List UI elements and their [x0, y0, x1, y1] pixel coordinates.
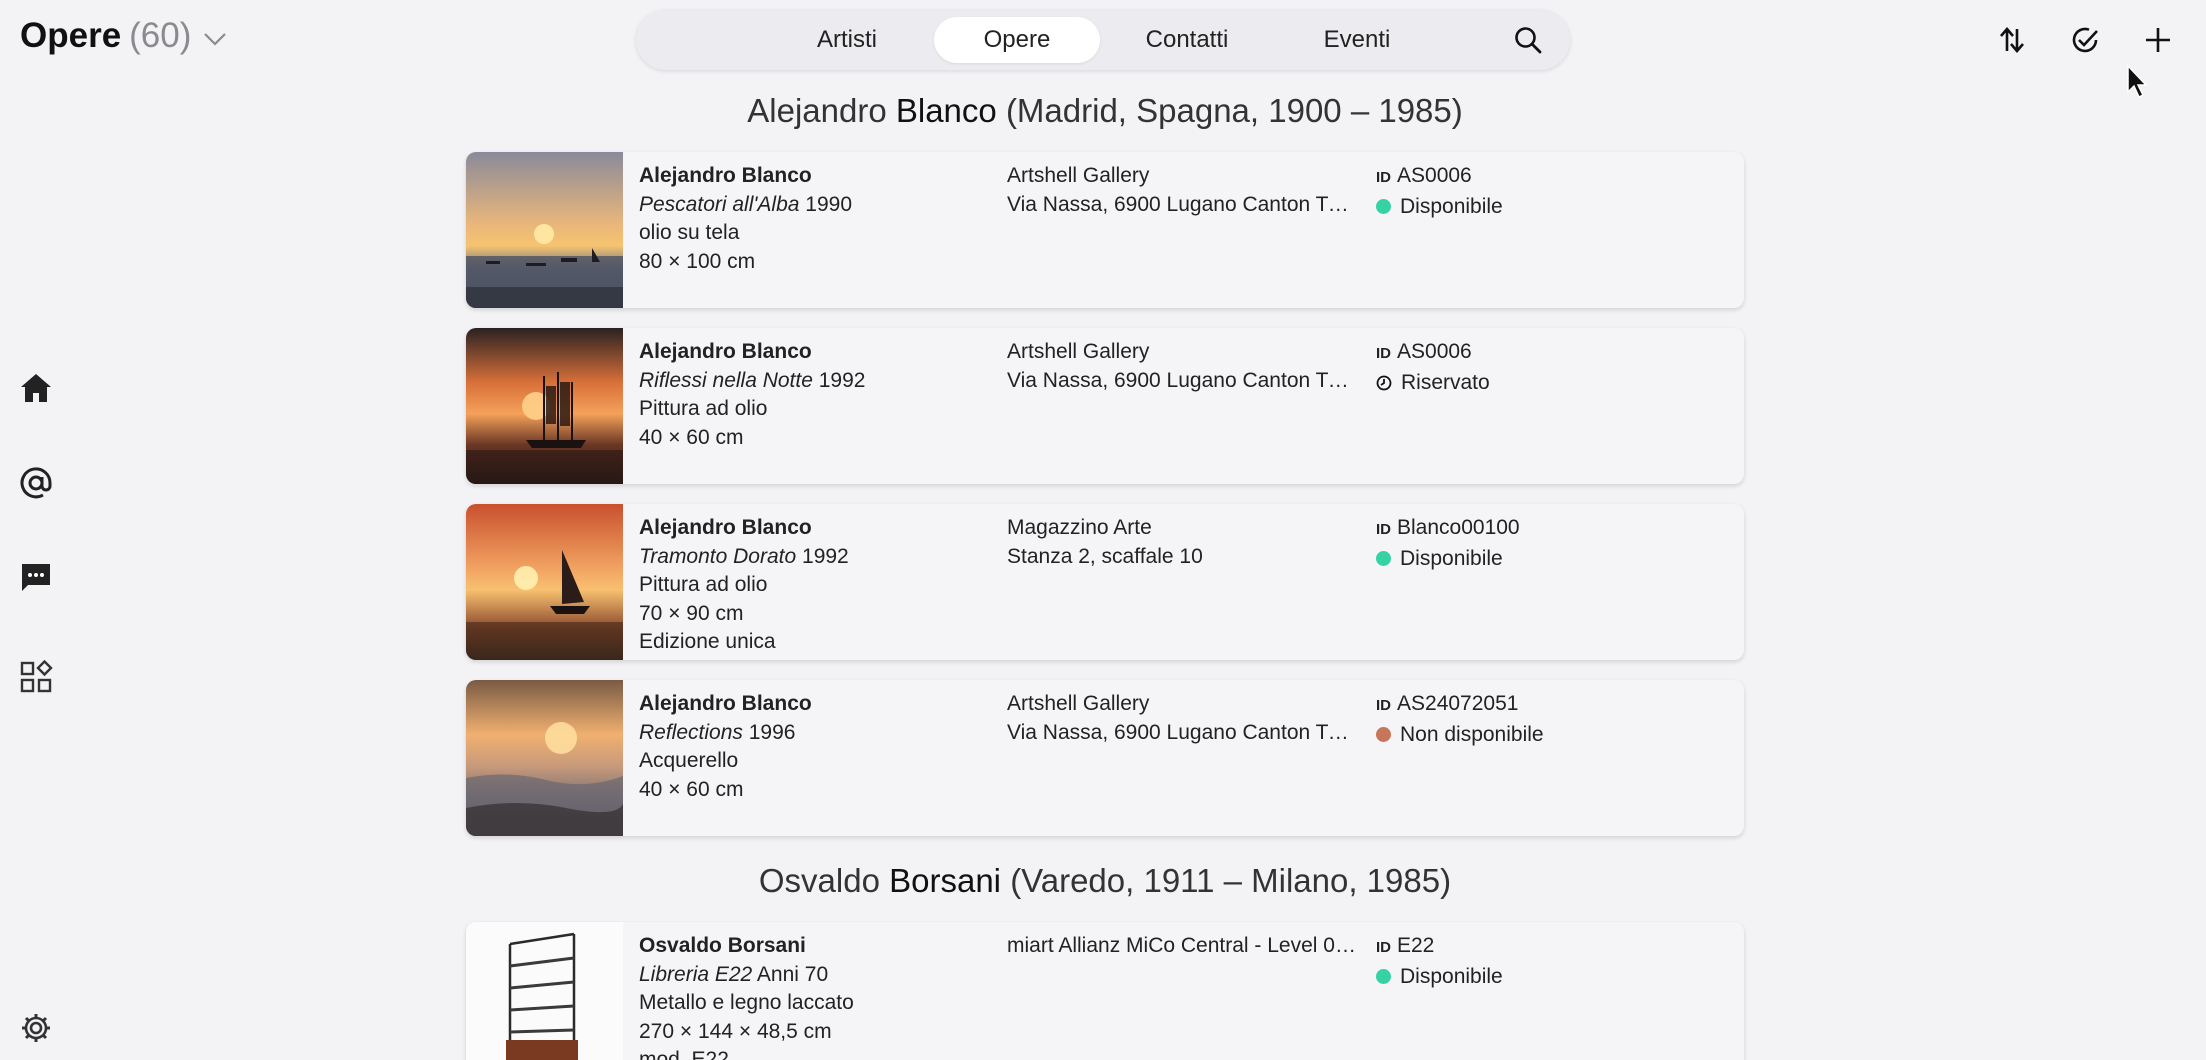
artwork-id: Blanco00100	[1397, 516, 1520, 539]
artwork-size: 270 × 144 × 48,5 cm	[639, 1019, 832, 1043]
artwork-thumbnail[interactable]	[466, 152, 623, 308]
status-text: Non disponibile	[1400, 722, 1544, 746]
chat-icon[interactable]	[16, 558, 56, 598]
artwork-edition: Edizione unica	[639, 630, 776, 653]
id-label: ID	[1376, 521, 1391, 538]
status-text: Disponibile	[1400, 194, 1503, 218]
sort-icon[interactable]	[1994, 22, 2030, 58]
artwork-card[interactable]: Alejandro Blanco Riflessi nella Notte 19…	[466, 328, 1744, 484]
artist-first-name: Alejandro	[747, 92, 887, 129]
mouse-cursor-icon	[2126, 64, 2150, 105]
status-text: Disponibile	[1400, 964, 1503, 988]
artwork-location: Artshell Gallery	[1007, 340, 1150, 363]
artwork-title: Tramonto Dorato	[639, 544, 797, 568]
artist-info: (Varedo, 1911 – Milano, 1985)	[1010, 862, 1452, 899]
home-icon[interactable]	[16, 368, 56, 408]
status-badge: Non disponibile	[1376, 721, 1726, 750]
artwork-size: 40 × 60 cm	[639, 425, 744, 449]
status-badge: Disponibile	[1376, 545, 1726, 574]
artwork-id: E22	[1397, 934, 1435, 957]
artwork-size: 70 × 90 cm	[639, 601, 744, 625]
artwork-location: miart Allianz MiCo Central - Level 0 v..…	[1007, 934, 1357, 957]
status-badge: Disponibile	[1376, 963, 1726, 992]
works-count: (60)	[129, 16, 192, 55]
artwork-year: Anni 70	[756, 962, 829, 986]
artwork-artist: Alejandro Blanco	[639, 516, 812, 539]
artwork-year: 1992	[818, 368, 866, 392]
artwork-year: 1992	[802, 544, 849, 568]
check-circle-icon[interactable]	[2067, 22, 2103, 58]
plus-icon[interactable]	[2140, 22, 2176, 58]
artwork-medium: olio su tela	[639, 221, 740, 244]
artwork-thumbnail[interactable]	[466, 328, 623, 484]
page-title[interactable]: Opere (60)	[20, 16, 227, 56]
id-label: ID	[1376, 697, 1391, 714]
status-dot-available	[1376, 551, 1391, 567]
status-dot-available	[1376, 969, 1391, 985]
artwork-location: Artshell Gallery	[1007, 692, 1150, 715]
chevron-down-icon[interactable]	[199, 16, 227, 56]
artwork-size: 80 × 100 cm	[639, 249, 756, 273]
artwork-address: Via Nassa, 6900 Lugano Canton Ticino	[1007, 368, 1352, 392]
status-text: Disponibile	[1400, 546, 1503, 570]
artwork-size: 40 × 60 cm	[639, 777, 744, 801]
artwork-artist: Osvaldo Borsani	[639, 934, 806, 957]
artwork-artist: Alejandro Blanco	[639, 692, 812, 715]
artist-first-name: Osvaldo	[758, 862, 880, 899]
main-nav: Artisti Opere Contatti Eventi	[636, 10, 1570, 70]
tab-eventi[interactable]: Eventi	[1274, 17, 1440, 63]
artwork-thumbnail[interactable]	[466, 504, 623, 660]
id-label: ID	[1376, 939, 1391, 956]
page-title-text: Opere	[20, 16, 122, 55]
artwork-card[interactable]: Osvaldo Borsani Libreria E22 Anni 70 Met…	[466, 922, 1744, 1060]
artwork-medium: Pittura ad olio	[639, 573, 768, 596]
artwork-id: AS24072051	[1397, 692, 1519, 715]
artwork-title: Pescatori all'Alba	[639, 192, 800, 216]
artwork-card[interactable]: Alejandro Blanco Tramonto Dorato 1992 Pi…	[466, 504, 1744, 660]
artwork-card[interactable]: Alejandro Blanco Reflections 1996 Acquer…	[466, 680, 1744, 836]
artwork-year: 1990	[805, 192, 852, 216]
tab-artisti[interactable]: Artisti	[764, 17, 930, 63]
artwork-card[interactable]: Alejandro Blanco Pescatori all'Alba 1990…	[466, 152, 1744, 308]
artwork-thumbnail[interactable]	[466, 922, 623, 1060]
search-icon[interactable]	[1508, 20, 1548, 60]
status-dot-unavailable	[1376, 727, 1391, 743]
clock-icon	[1376, 375, 1392, 391]
artwork-address: Stanza 2, scaffale 10	[1007, 544, 1203, 568]
artwork-model: mod. E22	[639, 1048, 729, 1060]
apps-icon[interactable]	[16, 657, 56, 697]
artist-group-title: Osvaldo Borsani (Varedo, 1911 – Milano, …	[466, 862, 1744, 900]
artwork-artist: Alejandro Blanco	[639, 340, 812, 363]
artwork-location: Artshell Gallery	[1007, 164, 1150, 187]
artwork-year: 1996	[748, 720, 796, 744]
status-badge: Riservato	[1376, 369, 1726, 398]
artwork-thumbnail[interactable]	[466, 680, 623, 836]
artwork-medium: Pittura ad olio	[639, 397, 768, 420]
artwork-id: AS0006	[1397, 164, 1472, 187]
gear-icon[interactable]	[16, 1008, 56, 1048]
artist-info: (Madrid, Spagna, 1900 – 1985)	[1005, 92, 1463, 129]
artist-group-title: Alejandro Blanco (Madrid, Spagna, 1900 –…	[466, 92, 1744, 130]
at-icon[interactable]	[16, 463, 56, 503]
artist-last-name: Borsani	[889, 862, 1002, 899]
artwork-id: AS0006	[1397, 340, 1472, 363]
artwork-medium: Acquerello	[639, 749, 739, 772]
tab-opere[interactable]: Opere	[934, 17, 1100, 63]
artwork-medium: Metallo e legno laccato	[639, 991, 854, 1014]
artwork-address: Via Nassa, 6900 Lugano Canton Ticino	[1007, 720, 1352, 744]
artwork-title: Reflections	[639, 720, 743, 744]
status-dot-available	[1376, 199, 1391, 215]
tab-contatti[interactable]: Contatti	[1104, 17, 1270, 63]
artwork-artist: Alejandro Blanco	[639, 164, 812, 187]
id-label: ID	[1376, 169, 1391, 186]
artwork-title: Riflessi nella Notte	[639, 368, 813, 392]
status-text: Riservato	[1401, 370, 1490, 394]
artwork-location: Magazzino Arte	[1007, 516, 1152, 539]
id-label: ID	[1376, 345, 1391, 362]
artist-last-name: Blanco	[895, 92, 997, 129]
artwork-title: Libreria E22	[639, 962, 753, 986]
artwork-address: Via Nassa, 6900 Lugano Canton Ticino	[1007, 192, 1352, 216]
status-badge: Disponibile	[1376, 193, 1726, 222]
